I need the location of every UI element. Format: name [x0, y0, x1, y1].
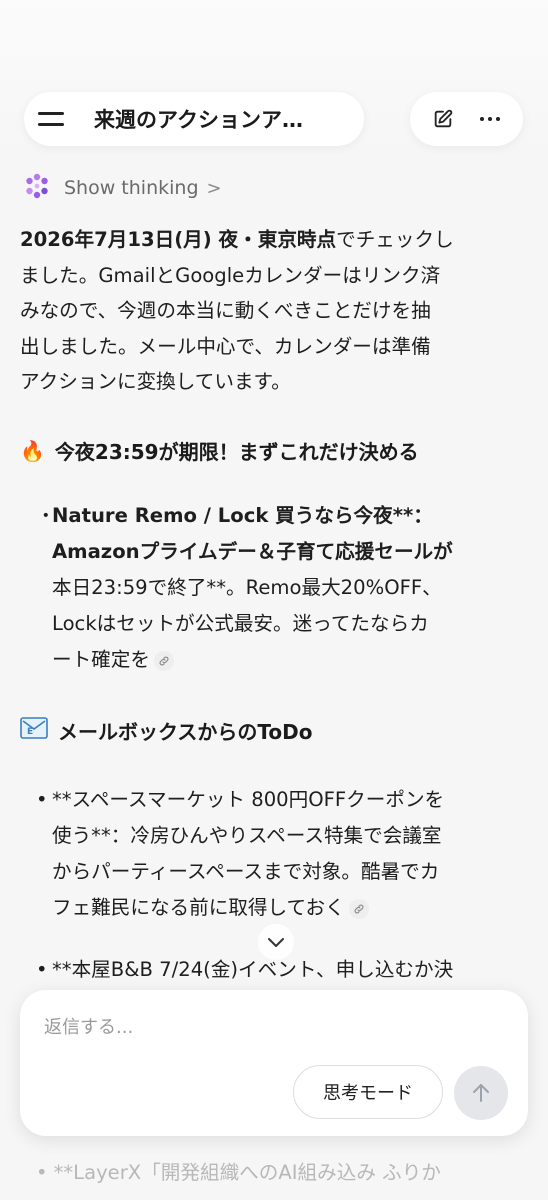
list-item: • **スペースマーケット 800円OFFクーポンを 使う**：冷房ひんやりスペ…	[36, 782, 526, 926]
composer: 思考モード	[20, 990, 528, 1136]
response-intro: 2026年7月13日(月) 夜・東京時点でチェックし ました。GmailとGoo…	[20, 222, 525, 400]
chevron-down-icon	[268, 938, 284, 947]
intro-line2: ました。GmailとGoogleカレンダーはリンク済	[20, 263, 441, 287]
actions-pill	[410, 92, 523, 146]
section-title-mailbox: メールボックスからのToDo	[58, 720, 313, 744]
section-heading-mailbox: E メールボックスからのToDo	[20, 716, 312, 745]
bullet-text: Amazonプライムデー＆子育て応援セールが	[52, 540, 453, 563]
link-icon[interactable]	[348, 898, 369, 919]
edit-icon[interactable]	[425, 101, 461, 137]
chevron-right-icon: >	[206, 177, 222, 199]
bullet-dot: ・	[36, 504, 56, 527]
bullet-dot: •	[36, 1161, 48, 1184]
thinking-mode-button[interactable]: 思考モード	[293, 1065, 443, 1119]
intro-line1: でチェックし	[336, 228, 454, 251]
title-pill: 来週のアクションア…	[24, 92, 364, 146]
bullet-text: からパーティースペースまで対象。酷暑でカ	[52, 860, 440, 883]
peek-text: **LayerX「開発組織へのAI組み込み ふりか	[53, 1161, 441, 1184]
send-button[interactable]	[454, 1066, 508, 1120]
conversation-title[interactable]: 来週のアクションア…	[94, 104, 303, 134]
show-thinking-toggle[interactable]: Show thinking >	[22, 172, 222, 204]
intro-date-bold: 2026年7月13日(月) 夜・東京時点	[20, 228, 337, 251]
scroll-down-button[interactable]	[258, 924, 294, 960]
bullet-text: フェ難民になる前に取得しておく	[52, 896, 345, 919]
arrow-up-icon	[473, 1084, 489, 1102]
next-list-item-peek: • **LayerX「開発組織へのAI組み込み ふりか	[36, 1156, 441, 1185]
intro-line3: みなので、今週の本当に動くべきことだけを抽	[20, 299, 431, 322]
bullet-text: Lockはセットが公式最安。迷ってたならカ	[52, 612, 429, 635]
more-horizontal-icon[interactable]	[472, 101, 508, 137]
list-item: ・ Nature Remo / Lock 買うなら今夜**： Amazonプライ…	[36, 498, 526, 678]
bullet-text: 使う**：冷房ひんやりスペース特集で会議室	[52, 824, 442, 847]
svg-text:E: E	[27, 727, 33, 737]
bullet-dot: •	[36, 788, 48, 811]
reply-input[interactable]	[44, 1012, 484, 1042]
intro-line4: 出しました。メール中心で、カレンダーは準備	[20, 334, 431, 358]
show-thinking-label: Show thinking	[64, 177, 199, 199]
section-heading-deadline: 🔥 今夜23:59が期限！まずこれだけ決める	[20, 436, 419, 465]
link-icon[interactable]	[153, 650, 174, 671]
bullet-text: Nature Remo / Lock 買うなら今夜**：	[52, 504, 433, 527]
intro-line5: アクションに変換しています。	[20, 370, 291, 393]
bullet-text: **スペースマーケット 800円OFFクーポンを	[52, 788, 445, 811]
bullet-text: 本日23:59で終了**。Remo最大20%OFF、	[52, 576, 442, 599]
fire-icon: 🔥	[20, 438, 45, 463]
bullet-text: ート確定を	[52, 648, 150, 671]
section-title-deadline: 今夜23:59が期限！まずこれだけ決める	[54, 440, 419, 464]
hamburger-icon[interactable]	[24, 92, 78, 146]
envelope-icon: E	[20, 717, 48, 744]
sparkle-icon	[22, 171, 52, 205]
